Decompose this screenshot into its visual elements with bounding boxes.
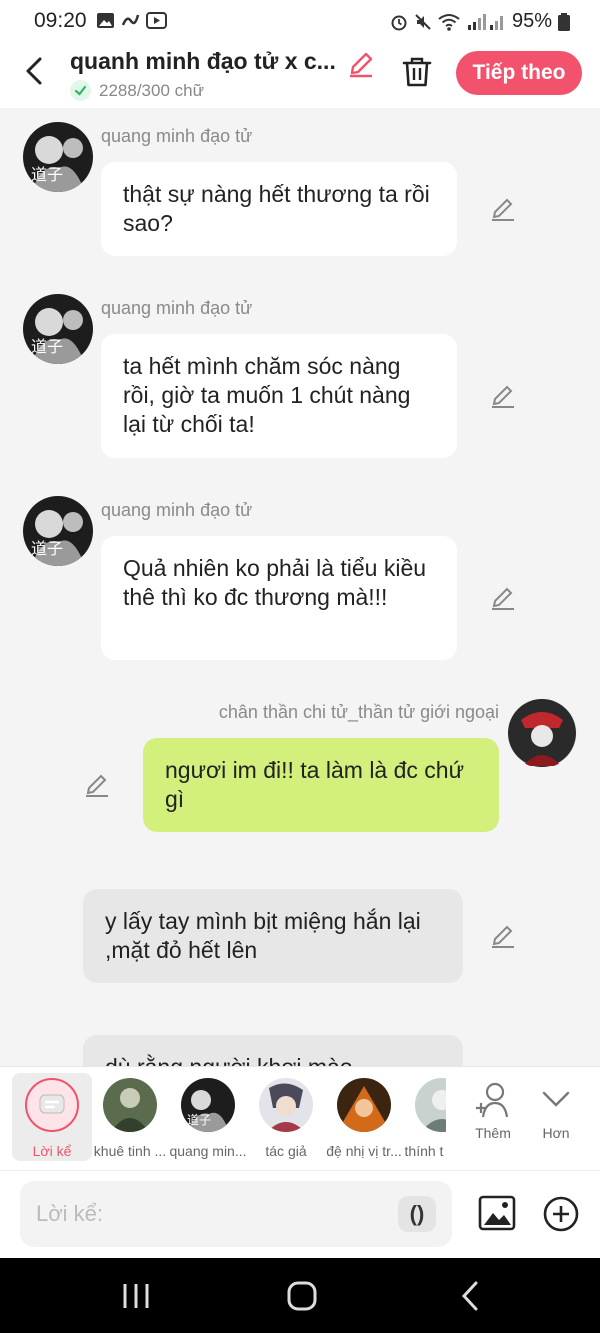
character-item[interactable]: thính t (402, 1073, 446, 1161)
svg-text:道子: 道子 (31, 539, 63, 558)
message-bubble[interactable]: Quả nhiên ko phải là tiểu kiều thê thì k… (101, 536, 457, 660)
battery-icon (558, 12, 570, 31)
character-avatar (103, 1078, 157, 1132)
narration-bubble[interactable]: dù rằng người khơi mào (83, 1035, 463, 1066)
word-count-text: 2288/300 chữ (99, 80, 204, 100)
character-avatar (337, 1078, 391, 1132)
youtube-icon (146, 11, 167, 30)
wifi-icon (438, 13, 460, 31)
trash-icon[interactable] (402, 56, 432, 88)
status-bar: 09:20 95% (0, 0, 600, 44)
chat-area[interactable]: 道子 quang minh đạo tử thật sự nàng hết th… (0, 108, 600, 1066)
character-item[interactable]: đệ nhị vị tr... (324, 1073, 404, 1161)
avatar[interactable]: 道子 (23, 496, 93, 566)
mute-icon (415, 13, 431, 30)
character-selector: Lời kể khuê tinh ... 道子 quang min... tác… (0, 1066, 600, 1170)
character-label: tác giả (265, 1143, 307, 1159)
svg-text:道子: 道子 (31, 337, 63, 356)
character-label: khuê tinh ... (93, 1143, 167, 1159)
sender-name: quang minh đạo tử (101, 500, 253, 520)
character-avatar (415, 1078, 446, 1132)
story-title: quanh minh đạo tử x c... (70, 48, 336, 74)
expand-label: Hơn (542, 1125, 570, 1141)
character-avatar (259, 1078, 313, 1132)
character-item[interactable]: khuê tinh ... (90, 1073, 170, 1161)
recent-apps-icon[interactable] (116, 1280, 156, 1312)
character-narrator[interactable]: Lời kể (12, 1073, 92, 1161)
gallery-icon (96, 11, 115, 30)
expand-button[interactable]: Hơn (525, 1081, 587, 1151)
notification-icons (96, 11, 167, 30)
svg-text:道子: 道子 (187, 1113, 211, 1127)
sender-name: quang minh đạo tử (101, 298, 253, 318)
character-item[interactable]: tác giả (246, 1073, 326, 1161)
story-header: quanh minh đạo tử x c... 2288/300 chữ Ti… (0, 44, 600, 108)
add-character-label: Thêm (475, 1125, 511, 1141)
add-plus-icon[interactable] (543, 1196, 579, 1232)
alarm-icon (391, 15, 407, 30)
add-person-icon (476, 1082, 509, 1118)
message-input[interactable] (36, 1181, 386, 1247)
edit-message-pencil-icon[interactable] (84, 772, 110, 798)
message-bubble[interactable]: thật sự nàng hết thương ta rồi sao? (101, 162, 457, 256)
input-bar: () (0, 1170, 600, 1258)
edit-message-pencil-icon[interactable] (490, 923, 516, 949)
battery-percent: 95% (511, 10, 552, 32)
back-arrow-icon[interactable] (22, 56, 48, 86)
status-time: 09:20 (34, 9, 87, 32)
home-icon[interactable] (282, 1280, 322, 1312)
sender-name: chân thần chi tử_thần tử giới ngoại (218, 702, 499, 722)
avatar[interactable]: 道子 (23, 294, 93, 364)
word-count: 2288/300 chữ (70, 80, 204, 101)
sender-name: quang minh đạo tử (101, 126, 253, 146)
signal-icon (467, 13, 503, 30)
character-label: đệ nhị vị tr... (326, 1143, 402, 1159)
chevron-down-icon (542, 1091, 570, 1107)
parenthesis-button[interactable]: () (398, 1196, 436, 1232)
character-label: quang min... (169, 1143, 247, 1159)
avatar[interactable] (507, 698, 577, 768)
image-icon[interactable] (478, 1195, 516, 1231)
status-right: 95% (390, 10, 570, 33)
next-button[interactable]: Tiếp theo (456, 51, 582, 95)
system-navigation-bar (0, 1258, 600, 1333)
message-bubble[interactable]: ta hết mình chăm sóc nàng rồi, giờ ta mu… (101, 334, 457, 458)
character-label: Lời kể (32, 1143, 72, 1159)
edit-message-pencil-icon[interactable] (490, 196, 516, 222)
app-notification-icon (121, 11, 140, 30)
add-character-button[interactable]: Thêm (462, 1081, 524, 1151)
svg-text:道子: 道子 (31, 165, 63, 184)
edit-title-pencil-icon[interactable] (347, 50, 375, 78)
edit-message-pencil-icon[interactable] (490, 383, 516, 409)
message-input-box: () (20, 1181, 452, 1247)
back-icon[interactable] (452, 1280, 492, 1312)
character-label: thính t (404, 1143, 444, 1159)
narration-bubble[interactable]: y lấy tay mình bịt miệng hắn lại ,mặt đỏ… (83, 889, 463, 983)
check-icon (70, 80, 91, 101)
message-bubble[interactable]: ngươi im đi!! ta làm là đc chứ gì (143, 738, 499, 832)
character-avatar: 道子 (181, 1078, 235, 1132)
edit-message-pencil-icon[interactable] (490, 585, 516, 611)
narrator-icon (25, 1078, 79, 1132)
character-item[interactable]: 道子 quang min... (168, 1073, 248, 1161)
avatar[interactable]: 道子 (23, 122, 93, 192)
